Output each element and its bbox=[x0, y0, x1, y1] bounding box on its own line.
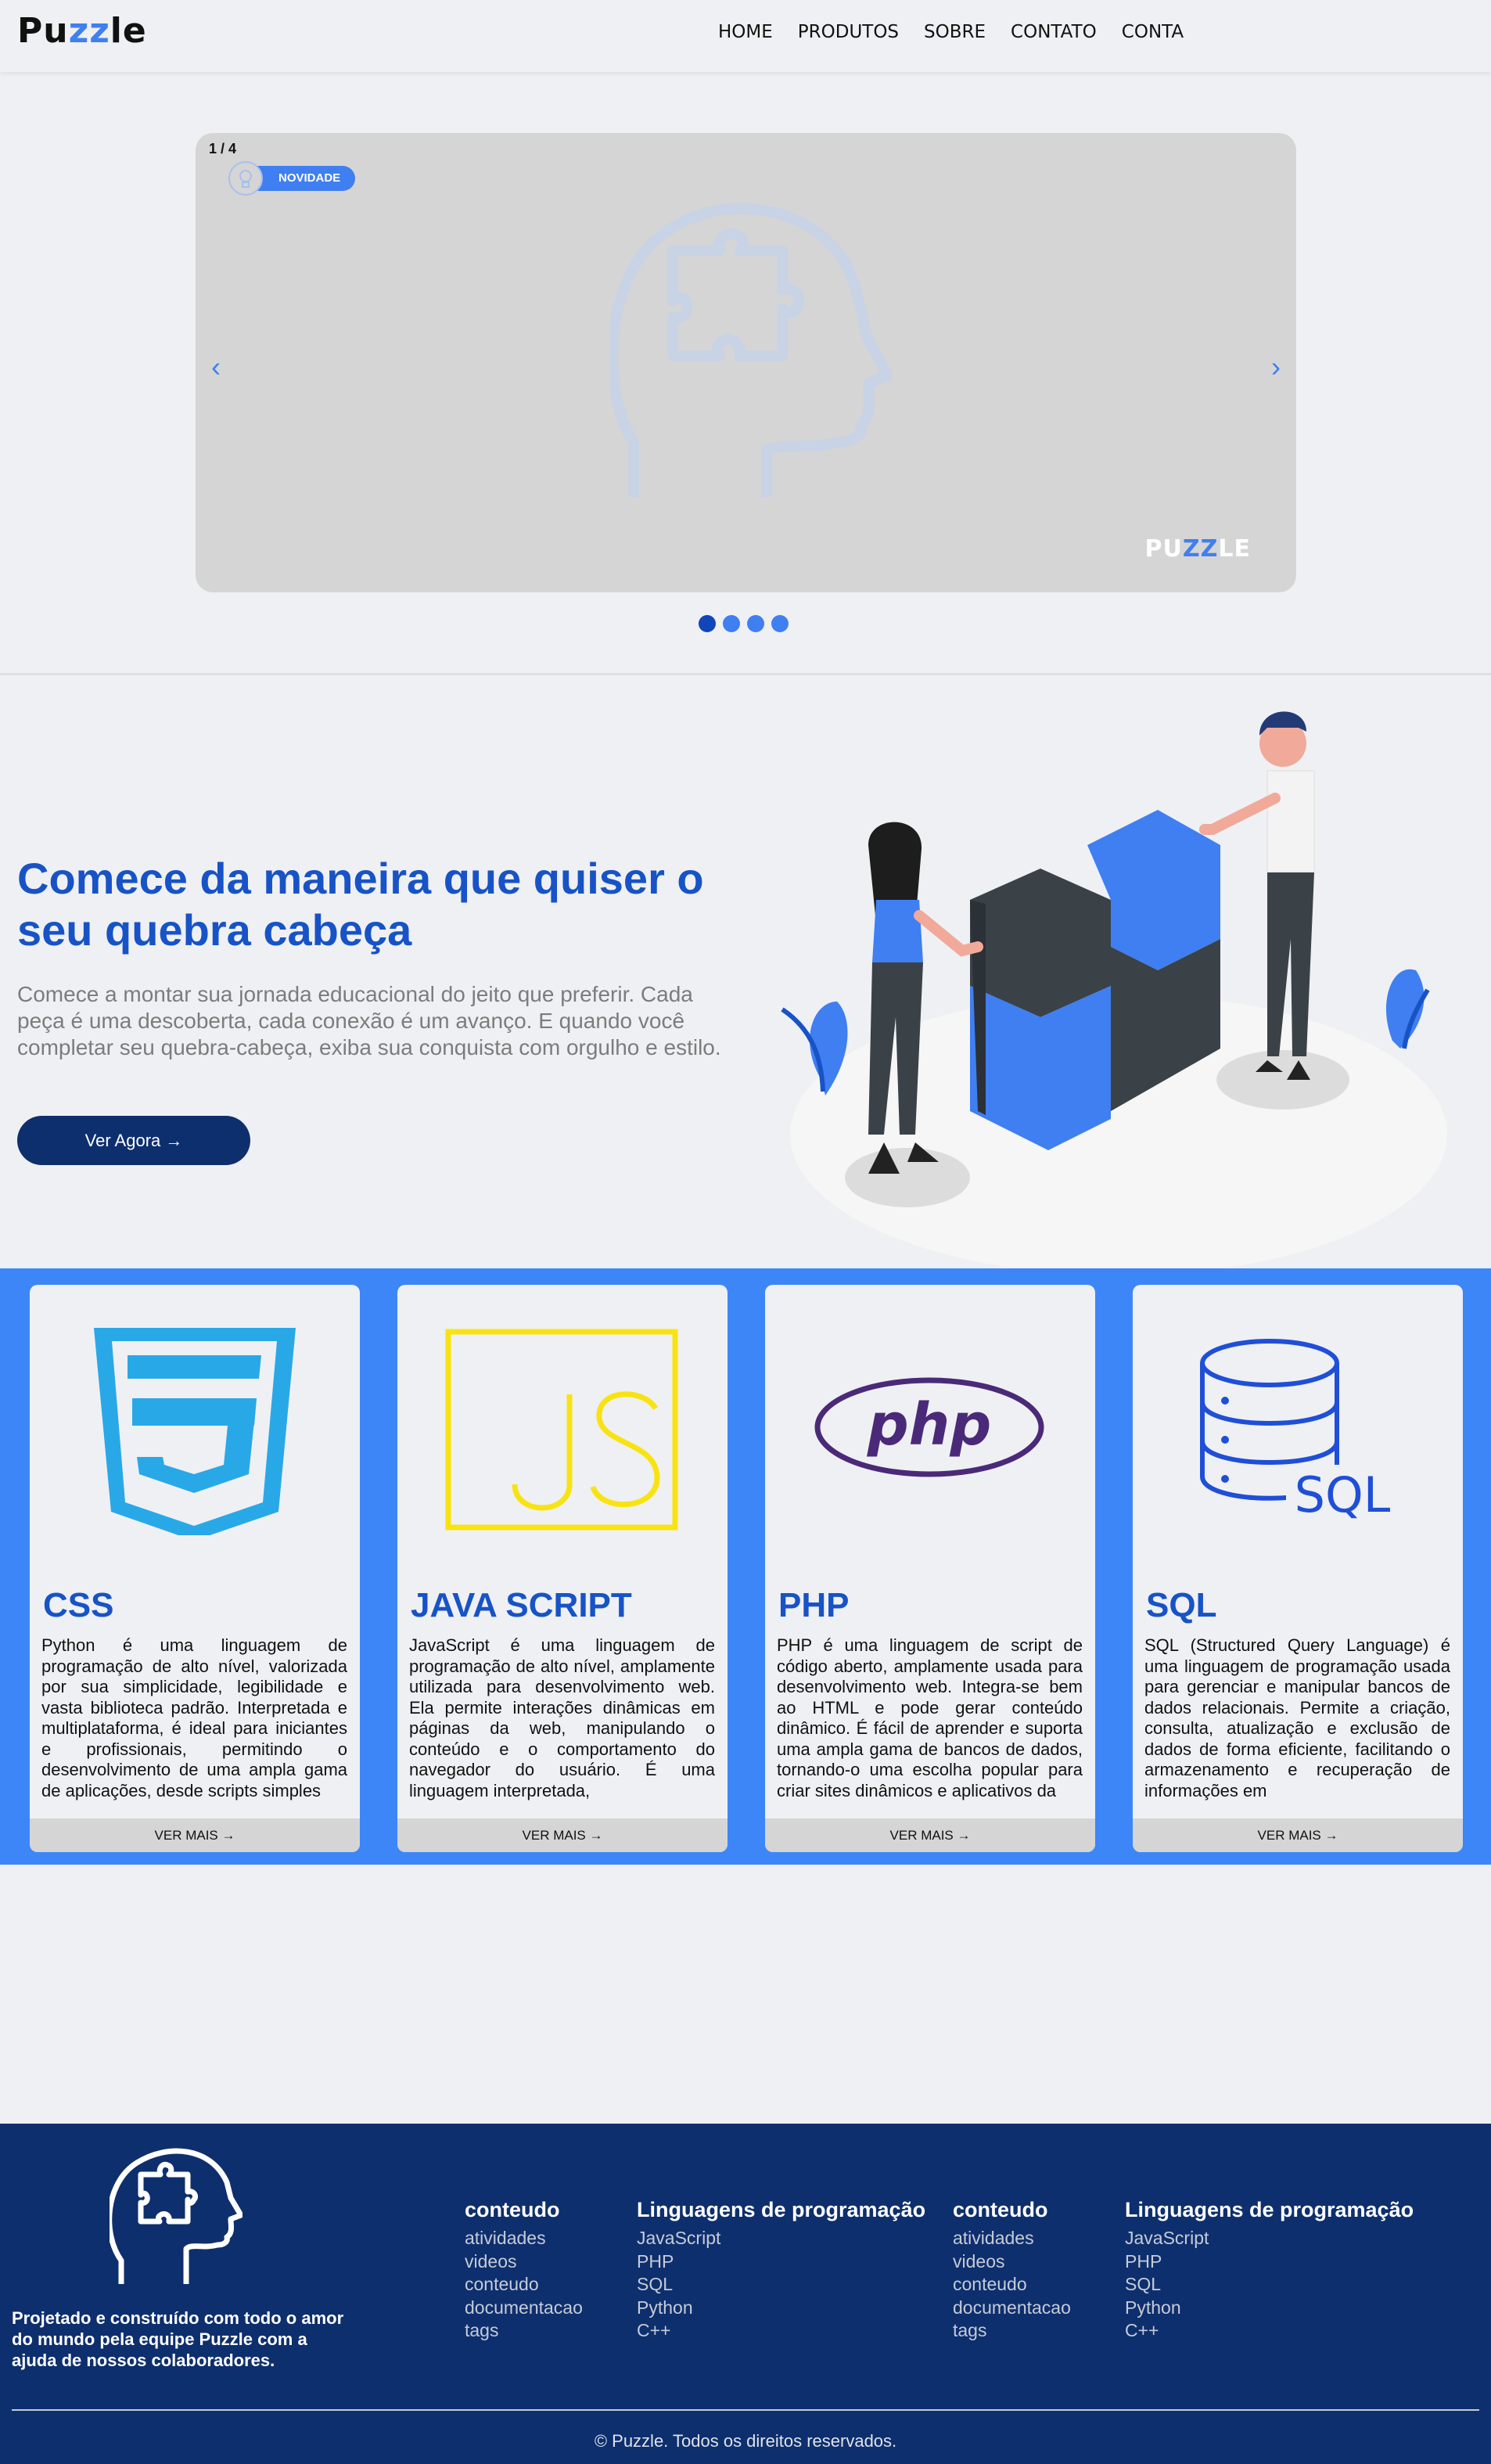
novidade-badge: NOVIDADE bbox=[228, 161, 357, 196]
card-title: PHP bbox=[778, 1586, 850, 1624]
footer-column-title: Linguagens de programação bbox=[1125, 2198, 1414, 2221]
carousel-dot-1[interactable] bbox=[699, 615, 716, 632]
carousel-dot-3[interactable] bbox=[747, 615, 764, 632]
copyright-text: © Puzzle. Todos os direitos reservados. bbox=[594, 2431, 897, 2451]
sql-icon-label: SQL bbox=[1295, 1466, 1391, 1523]
footer-link[interactable]: documentacao bbox=[953, 2297, 1071, 2320]
footer-link[interactable]: PHP bbox=[637, 2250, 925, 2274]
card-css: CSS Python é uma linguagem de programaçã… bbox=[30, 1285, 360, 1852]
footer-link[interactable]: atividades bbox=[953, 2227, 1071, 2250]
carousel-prev-button[interactable]: ‹ bbox=[211, 351, 221, 383]
footer-link[interactable]: videos bbox=[465, 2250, 583, 2274]
footer-link[interactable]: C++ bbox=[637, 2319, 925, 2343]
footer-link[interactable]: Python bbox=[637, 2297, 925, 2320]
footer-link[interactable]: PHP bbox=[1125, 2250, 1414, 2274]
languages-section: CSS Python é uma linguagem de programaçã… bbox=[0, 1268, 1491, 1865]
hero-carousel: 1 / 4 NOVIDADE ‹ › PUZZLE bbox=[196, 133, 1296, 592]
footer-link[interactable]: Python bbox=[1125, 2297, 1414, 2320]
card-description: JavaScript é uma linguagem de programaçã… bbox=[409, 1635, 715, 1800]
footer-tagline: Projetado e construído com todo o amor d… bbox=[12, 2308, 344, 2370]
hero-title: Comece da maneira que quiser o seu quebr… bbox=[17, 854, 704, 955]
ver-agora-button[interactable]: Ver Agora → bbox=[17, 1116, 250, 1165]
footer-link[interactable]: atividades bbox=[465, 2227, 583, 2250]
footer-column-title: conteudo bbox=[953, 2198, 1048, 2221]
css3-icon bbox=[30, 1300, 360, 1541]
footer-column-3: conteudo atividades videos conteudo docu… bbox=[953, 2198, 1071, 2343]
card-php: php PHP PHP é uma linguagem de script de… bbox=[765, 1285, 1095, 1852]
card-title: JAVA SCRIPT bbox=[411, 1586, 632, 1624]
section-divider bbox=[0, 673, 1491, 675]
javascript-icon bbox=[397, 1300, 728, 1535]
carousel-next-button[interactable]: › bbox=[1271, 351, 1281, 383]
footer-divider bbox=[12, 2409, 1479, 2411]
carousel-logo: PUZZLE bbox=[1144, 535, 1251, 563]
footer-link[interactable]: JavaScript bbox=[1125, 2227, 1414, 2250]
nav-conta-link[interactable]: CONTA bbox=[1122, 22, 1184, 42]
footer-link[interactable]: C++ bbox=[1125, 2319, 1414, 2343]
card-title: SQL bbox=[1146, 1586, 1217, 1624]
footer-column-1: conteudo atividades videos conteudo docu… bbox=[465, 2198, 583, 2343]
puzzle-head-illustration bbox=[607, 192, 893, 509]
carousel-indicators bbox=[699, 615, 789, 632]
site-footer: Projetado e construído com todo o amor d… bbox=[0, 2124, 1491, 2464]
card-javascript: JAVA SCRIPT JavaScript é uma linguagem d… bbox=[397, 1285, 728, 1852]
hero-description: Comece a montar sua jornada educacional … bbox=[17, 982, 721, 1059]
footer-column-title: conteudo bbox=[465, 2198, 560, 2221]
slide-counter: 1 / 4 bbox=[209, 141, 237, 156]
footer-link[interactable]: conteudo bbox=[465, 2273, 583, 2297]
footer-link[interactable]: tags bbox=[953, 2319, 1071, 2343]
footer-column-title: Linguagens de programação bbox=[637, 2198, 926, 2221]
site-logo[interactable]: Puzzle bbox=[17, 11, 147, 51]
puzzle-head-logo bbox=[106, 2143, 244, 2292]
footer-link[interactable]: SQL bbox=[1125, 2273, 1414, 2297]
top-navbar: Puzzle HOME PRODUTOS SOBRE CONTATO CONTA bbox=[0, 0, 1491, 72]
card-sql: SQL SQL SQL (Structured Query Language) … bbox=[1133, 1285, 1463, 1852]
card-description: SQL (Structured Query Language) é uma li… bbox=[1144, 1635, 1450, 1800]
ver-mais-button[interactable]: VER MAIS → bbox=[765, 1818, 1095, 1852]
footer-link[interactable]: videos bbox=[953, 2250, 1071, 2274]
nav-home-link[interactable]: HOME bbox=[718, 22, 773, 42]
footer-column-4: Linguagens de programação JavaScript PHP… bbox=[1125, 2198, 1414, 2343]
footer-link[interactable]: tags bbox=[465, 2319, 583, 2343]
sql-database-icon: SQL bbox=[1133, 1300, 1463, 1535]
footer-column-2: Linguagens de programação JavaScript PHP… bbox=[637, 2198, 925, 2343]
svg-text:php: php bbox=[867, 1391, 992, 1459]
ver-mais-button[interactable]: VER MAIS → bbox=[397, 1818, 728, 1852]
footer-link[interactable]: SQL bbox=[637, 2273, 925, 2297]
lightbulb-icon bbox=[228, 161, 263, 196]
ver-mais-button[interactable]: VER MAIS → bbox=[1133, 1818, 1463, 1852]
puzzle-team-illustration bbox=[767, 704, 1455, 1275]
nav-produtos-link[interactable]: PRODUTOS bbox=[798, 22, 899, 42]
footer-link[interactable]: conteudo bbox=[953, 2273, 1071, 2297]
card-description: PHP é uma linguagem de script de código … bbox=[777, 1635, 1083, 1800]
card-title: CSS bbox=[43, 1586, 114, 1624]
nav-sobre-link[interactable]: SOBRE bbox=[924, 22, 986, 42]
carousel-dot-4[interactable] bbox=[771, 615, 789, 632]
ver-mais-button[interactable]: VER MAIS → bbox=[30, 1818, 360, 1852]
card-description: Python é uma linguagem de programação de… bbox=[41, 1635, 347, 1800]
footer-link[interactable]: JavaScript bbox=[637, 2227, 925, 2250]
carousel-dot-2[interactable] bbox=[723, 615, 740, 632]
php-icon: php bbox=[765, 1300, 1095, 1535]
footer-link[interactable]: documentacao bbox=[465, 2297, 583, 2320]
nav-contato-link[interactable]: CONTATO bbox=[1011, 22, 1097, 42]
main-menu: HOME PRODUTOS SOBRE CONTATO CONTA bbox=[718, 22, 1184, 42]
